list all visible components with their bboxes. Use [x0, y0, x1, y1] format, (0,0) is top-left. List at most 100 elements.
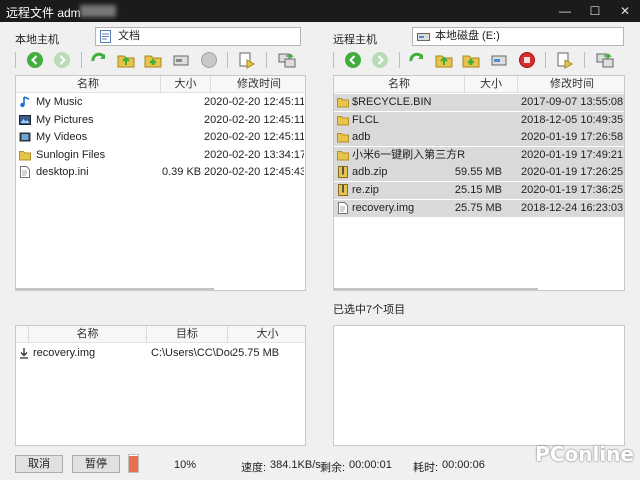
file-name: adb	[352, 131, 371, 144]
local-list-header: 名称 大小 修改时间	[16, 76, 305, 93]
col-name[interactable]: 名称	[16, 76, 161, 93]
folder-up-icon	[117, 55, 135, 68]
progress-fill	[129, 455, 138, 472]
remote-stop-button[interactable]	[517, 50, 537, 70]
remaining-value: 00:00:01	[349, 459, 392, 471]
speed-value: 384.1KB/s	[270, 459, 321, 471]
stop-icon	[519, 52, 535, 68]
window-title: 远程文件 adm	[6, 6, 81, 20]
file-size: 25.15 MB	[454, 184, 502, 196]
col-size[interactable]: 大小	[228, 326, 305, 343]
cancel-button[interactable]: 取消	[15, 455, 63, 473]
file-modified: 2020-02-20 12:45:11	[204, 96, 304, 108]
selection-info: 已选中7个项目	[333, 304, 406, 316]
file-modified: 2018-12-24 16:23:03	[521, 201, 624, 214]
list-item[interactable]: My Videos 2020-02-20 12:45:11	[16, 129, 305, 146]
list-item[interactable]: My Pictures 2020-02-20 12:45:11	[16, 112, 305, 129]
parent-folder-button[interactable]	[116, 50, 136, 70]
list-item[interactable]: re.zip 25.15 MB 2020-01-19 17:36:25	[334, 182, 624, 199]
col-target[interactable]: 目标	[147, 326, 228, 343]
file-size	[162, 94, 210, 111]
file-size	[454, 129, 502, 146]
file-size	[162, 147, 210, 164]
remote-path-field[interactable]: 本地磁盘 (E:)	[412, 27, 624, 46]
remote-toolbar	[333, 50, 625, 72]
progress-percent: 10%	[174, 459, 197, 471]
transfer-icon	[278, 53, 296, 68]
stop-button[interactable]	[199, 50, 219, 70]
col-name[interactable]: 名称	[334, 76, 465, 93]
file-modified: 2020-02-20 12:45:11	[204, 113, 304, 126]
col-modified[interactable]: 修改时间	[211, 76, 305, 93]
progress-bar	[128, 454, 139, 473]
col-modified[interactable]: 修改时间	[518, 76, 624, 93]
remote-forward-button[interactable]	[370, 50, 390, 70]
forward-button[interactable]	[52, 50, 72, 70]
file-size: 59.55 MB	[454, 166, 502, 179]
file-icon	[20, 166, 30, 179]
remote-path-text: 本地磁盘 (E:)	[435, 30, 500, 42]
list-item[interactable]: 小米6一键刷入第三方RI 2020-01-19 17:49:21	[334, 146, 624, 164]
elapsed-label: 耗时:	[413, 462, 439, 474]
file-name: 小米6一键刷入第三方RI	[352, 148, 465, 161]
remote-back-button[interactable]	[343, 50, 363, 70]
download-arrow-icon	[20, 348, 28, 359]
list-item[interactable]: recovery.img 25.75 MB 2018-12-24 16:23:03	[334, 199, 624, 217]
new-folder-button[interactable]	[143, 50, 163, 70]
local-file-list[interactable]: 名称 大小 修改时间 My Music 2020-02-20 12:45:11 My…	[15, 75, 306, 291]
title-bar: 远程文件 adm — ☐ ✕	[0, 0, 640, 22]
videos-icon	[19, 132, 31, 142]
horizontal-scrollbar[interactable]	[16, 288, 214, 290]
file-size: 25.75 MB	[454, 201, 502, 214]
back-arrow-icon	[27, 52, 43, 68]
list-item[interactable]: adb.zip 59.55 MB 2020-01-19 17:26:25	[334, 164, 624, 182]
forward-arrow-icon	[54, 52, 70, 68]
maximize-button[interactable]: ☐	[580, 0, 610, 22]
drive-icon	[491, 55, 507, 66]
minimize-button[interactable]: —	[550, 0, 580, 22]
watermark: PConline	[535, 442, 634, 466]
new-folder-icon	[144, 55, 162, 68]
remote-file-list[interactable]: 名称 大小 修改时间 $RECYCLE.BIN 2017-09-07 13:55:…	[333, 75, 625, 291]
col-size[interactable]: 大小	[161, 76, 211, 93]
back-button[interactable]	[25, 50, 45, 70]
remote-detail-pane	[333, 325, 625, 446]
list-item[interactable]: My Music 2020-02-20 12:45:11	[16, 94, 305, 111]
col-size[interactable]: 大小	[465, 76, 518, 93]
file-modified: 2020-02-20 13:34:17	[204, 148, 304, 161]
remote-refresh-button[interactable]	[407, 50, 427, 70]
transfer-header: 名称 目标 大小	[16, 326, 305, 343]
remote-view-mode-button[interactable]	[555, 50, 575, 70]
view-mode-icon	[557, 52, 574, 69]
close-button[interactable]: ✕	[610, 0, 640, 22]
pictures-icon	[19, 114, 31, 125]
zip-icon	[338, 166, 348, 179]
file-modified: 2020-01-19 17:26:58	[521, 131, 624, 144]
file-name: re.zip	[352, 184, 379, 196]
transfer-button[interactable]	[277, 50, 297, 70]
drive-button[interactable]	[171, 50, 191, 70]
back-arrow-icon	[345, 52, 361, 68]
list-item[interactable]: $RECYCLE.BIN 2017-09-07 13:55:08	[334, 94, 624, 111]
refresh-button[interactable]	[89, 50, 109, 70]
list-item[interactable]: FLCL 2018-12-05 10:49:35	[334, 111, 624, 129]
forward-arrow-icon	[372, 52, 388, 68]
remote-host-label: 远程主机	[333, 34, 377, 46]
pause-button[interactable]: 暂停	[72, 455, 120, 473]
list-item[interactable]: Sunlogin Files 2020-02-20 13:34:17	[16, 147, 305, 164]
horizontal-scrollbar[interactable]	[334, 288, 538, 290]
remote-transfer-button[interactable]	[595, 50, 615, 70]
local-path-field[interactable]: 文档	[95, 27, 301, 46]
remote-drive-button[interactable]	[489, 50, 509, 70]
redacted-username	[80, 5, 116, 17]
transfer-queue[interactable]: 名称 目标 大小 recovery.img C:\Users\CC\Doc 25.7…	[15, 325, 306, 446]
col-name[interactable]: 名称	[29, 326, 147, 343]
remote-parent-folder-button[interactable]	[434, 50, 454, 70]
file-modified: 2020-01-19 17:36:25	[521, 184, 624, 196]
transfer-item[interactable]: recovery.img C:\Users\CC\Doc 25.75 MB	[16, 345, 305, 362]
remote-new-folder-button[interactable]	[461, 50, 481, 70]
list-item[interactable]: desktop.ini 0.39 KB 2020-02-20 12:45:43	[16, 164, 305, 181]
view-mode-button[interactable]	[237, 50, 257, 70]
list-item[interactable]: adb 2020-01-19 17:26:58	[334, 129, 624, 147]
stop-icon	[201, 52, 217, 68]
